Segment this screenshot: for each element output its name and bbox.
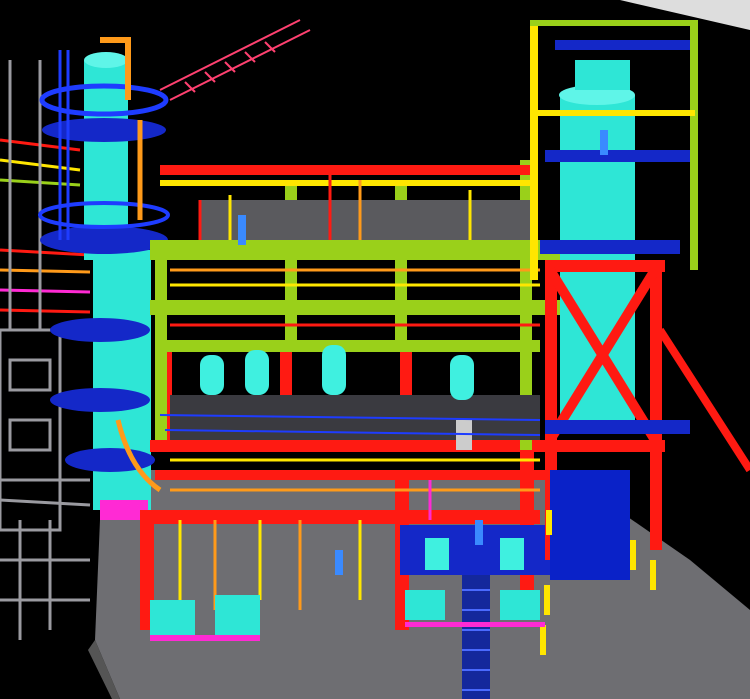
magenta-curb-2 xyxy=(405,622,545,627)
plant-3d-model-view xyxy=(0,0,750,699)
blue-tank xyxy=(550,470,630,580)
magenta-curb xyxy=(150,635,260,641)
